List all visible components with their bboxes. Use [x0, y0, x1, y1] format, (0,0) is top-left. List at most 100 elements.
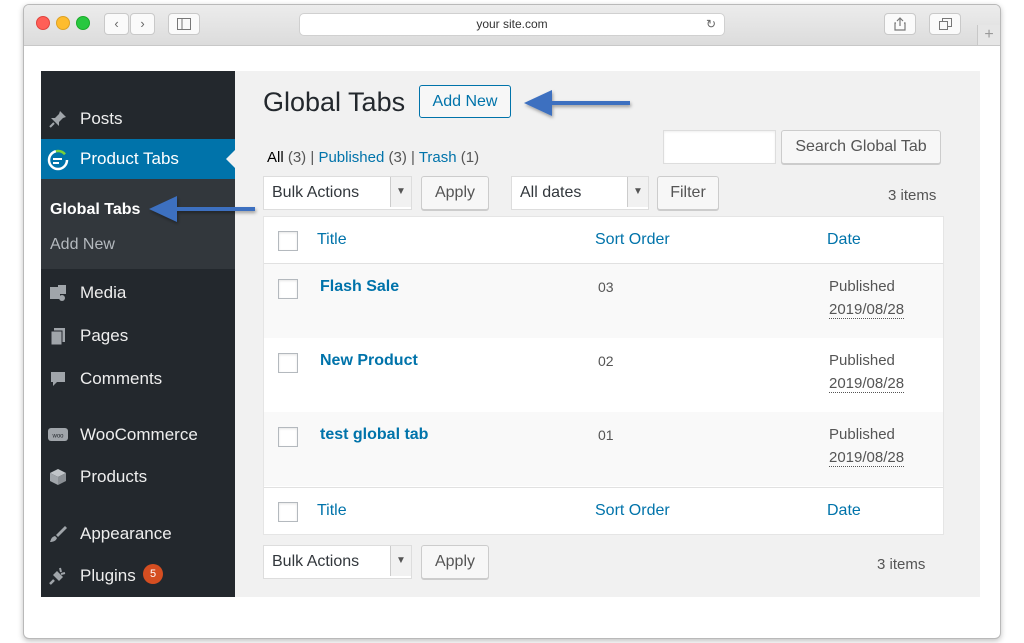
address-bar[interactable]: your site.com ↻ — [299, 13, 725, 36]
sidebar-item-product-tabs[interactable]: Product Tabs — [41, 139, 235, 179]
bulk-actions-value: Bulk Actions — [272, 553, 360, 570]
row-title-link[interactable]: Flash Sale — [320, 278, 399, 296]
sidebar-item-label: Pages — [80, 326, 129, 345]
filter-button[interactable]: Filter — [657, 176, 719, 210]
sidebar-item-pages[interactable]: Pages — [41, 316, 235, 356]
pages-icon — [47, 326, 69, 348]
sidebar-item-comments[interactable]: Comments — [41, 359, 235, 399]
sidebar-item-label: Posts — [80, 109, 123, 128]
active-indicator — [226, 150, 235, 168]
submenu-global-tabs[interactable]: Global Tabs — [50, 201, 140, 219]
row-checkbox[interactable] — [278, 427, 298, 447]
chevron-down-icon: ▼ — [627, 177, 648, 207]
product-tabs-icon — [47, 149, 69, 171]
bulk-actions-value: Bulk Actions — [272, 184, 360, 201]
row-status: Published — [829, 426, 895, 443]
row-status: Published — [829, 352, 895, 369]
page-title: Global Tabs — [263, 87, 406, 117]
row-status: Published — [829, 278, 895, 295]
row-date: 2019/08/28 — [829, 449, 905, 467]
sidebar-toggle-icon[interactable] — [168, 13, 200, 35]
view-trash-link[interactable]: Trash — [419, 149, 457, 166]
row-checkbox[interactable] — [278, 353, 298, 373]
reload-icon[interactable]: ↻ — [706, 14, 716, 35]
sidebar-item-label: Appearance — [80, 524, 172, 543]
select-all-checkbox[interactable] — [278, 231, 298, 251]
sidebar-item-products[interactable]: Products — [41, 457, 235, 497]
view-all-count: (3) — [287, 149, 307, 166]
sidebar-item-label: Products — [80, 467, 148, 486]
media-icon — [47, 283, 69, 305]
table-row: test global tab 01 Published 2019/08/28 — [264, 412, 943, 486]
sidebar-item-label: Comments — [80, 369, 163, 388]
apply-button-bottom[interactable]: Apply — [421, 545, 489, 579]
chevron-down-icon: ▼ — [390, 546, 411, 576]
row-sort-order: 03 — [598, 279, 614, 295]
table-header: Title Sort Order Date — [264, 217, 943, 264]
product-tabs-submenu: Global Tabs Add New — [41, 179, 235, 269]
pin-icon — [47, 109, 69, 131]
bulk-actions-select-bottom[interactable]: Bulk Actions ▼ — [263, 545, 412, 579]
minimize-window-button[interactable] — [56, 16, 70, 30]
sidebar-item-appearance[interactable]: Appearance — [41, 514, 235, 554]
date-filter-value: All dates — [520, 184, 582, 201]
row-date: 2019/08/28 — [829, 375, 905, 393]
row-title-link[interactable]: test global tab — [320, 426, 428, 444]
table-footer: Title Sort Order Date — [264, 487, 943, 534]
row-date: 2019/08/28 — [829, 301, 905, 319]
sidebar-item-posts[interactable]: Posts — [41, 99, 235, 139]
plug-icon — [47, 566, 69, 588]
apply-button[interactable]: Apply — [421, 176, 489, 210]
table-row: New Product 02 Published 2019/08/28 — [264, 338, 943, 412]
column-title[interactable]: Title — [317, 231, 347, 249]
sidebar-item-label: Media — [80, 283, 127, 302]
view-published-link[interactable]: Published — [318, 149, 384, 166]
items-count-bottom: 3 items — [877, 556, 926, 573]
sidebar-item-media[interactable]: Media — [41, 273, 235, 313]
share-icon[interactable] — [884, 13, 916, 35]
date-filter-select[interactable]: All dates ▼ — [511, 176, 649, 210]
sidebar-item-label: Product Tabs — [80, 149, 179, 168]
view-separator: | — [411, 149, 415, 166]
view-published-count: (3) — [388, 149, 407, 166]
view-all-link[interactable]: All — [267, 149, 284, 166]
tabs-overview-icon[interactable] — [929, 13, 961, 35]
posts-table: Title Sort Order Date Flash Sale 03 Publ… — [263, 216, 944, 535]
close-window-button[interactable] — [36, 16, 50, 30]
url-text: your site.com — [476, 17, 548, 31]
zoom-window-button[interactable] — [76, 16, 90, 30]
row-checkbox[interactable] — [278, 279, 298, 299]
new-tab-button[interactable]: + — [977, 25, 1000, 45]
box-icon — [47, 467, 69, 489]
back-icon[interactable]: ‹ — [104, 13, 129, 35]
bulk-actions-select[interactable]: Bulk Actions ▼ — [263, 176, 412, 210]
search-button[interactable]: Search Global Tab — [781, 130, 941, 164]
admin-sidebar: Posts Product Tabs Global Tabs Add New M… — [41, 71, 235, 597]
items-count: 3 items — [888, 187, 937, 204]
chevron-down-icon: ▼ — [390, 177, 411, 207]
submenu-add-new[interactable]: Add New — [50, 236, 115, 254]
row-sort-order: 01 — [598, 427, 614, 443]
brush-icon — [47, 524, 69, 546]
column-sort-order[interactable]: Sort Order — [595, 502, 670, 520]
search-input[interactable] — [663, 130, 776, 164]
column-sort-order[interactable]: Sort Order — [595, 231, 670, 249]
column-date[interactable]: Date — [827, 502, 861, 520]
forward-icon[interactable]: › — [130, 13, 155, 35]
column-date[interactable]: Date — [827, 231, 861, 249]
update-count-badge: 5 — [143, 564, 163, 584]
select-all-checkbox[interactable] — [278, 502, 298, 522]
svg-text:woo: woo — [51, 434, 64, 440]
comment-icon — [47, 369, 69, 391]
row-sort-order: 02 — [598, 353, 614, 369]
browser-titlebar: ‹ › your site.com ↻ + — [24, 5, 1000, 46]
add-new-button[interactable]: Add New — [419, 85, 511, 118]
sidebar-item-label: Plugins — [80, 566, 136, 585]
sidebar-item-plugins[interactable]: Plugins 5 — [41, 556, 235, 596]
row-title-link[interactable]: New Product — [320, 352, 418, 370]
table-row: Flash Sale 03 Published 2019/08/28 — [264, 264, 943, 338]
main-content: Global Tabs Add New All (3) | Published … — [235, 71, 980, 597]
sidebar-item-woocommerce[interactable]: woo WooCommerce — [41, 415, 235, 455]
sidebar-item-label: WooCommerce — [80, 425, 198, 444]
column-title[interactable]: Title — [317, 502, 347, 520]
